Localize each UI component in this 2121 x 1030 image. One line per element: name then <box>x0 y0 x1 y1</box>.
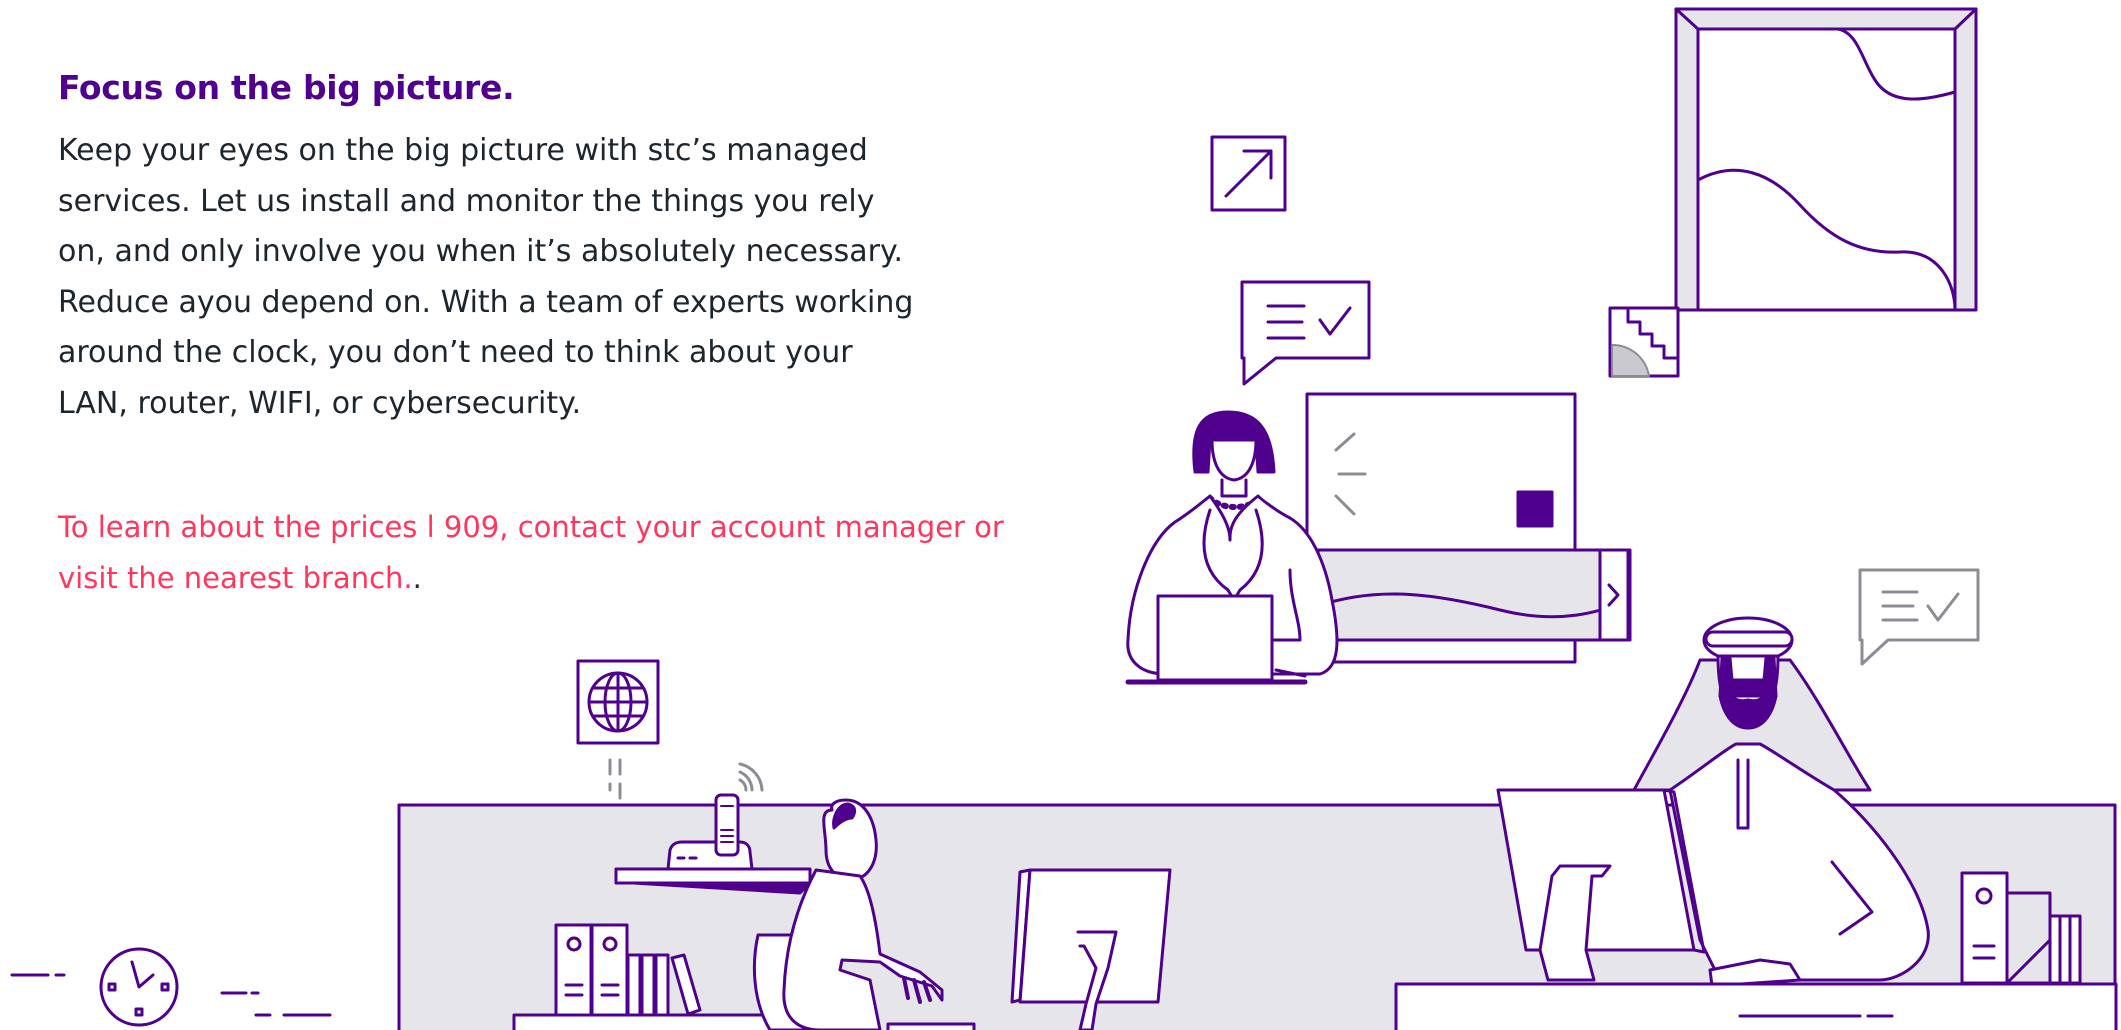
managed-services-illustration <box>10 7 2118 1030</box>
arrow-up-right-icon <box>1210 135 1287 212</box>
monitoring-screen <box>1305 392 1632 664</box>
framed-picture <box>1674 7 1978 312</box>
message-check-icon <box>1240 280 1371 386</box>
clock-icon <box>99 947 179 1027</box>
cordless-phone-icon <box>714 793 740 857</box>
message-check-icon <box>1858 568 1980 666</box>
wifi-icon <box>738 762 764 792</box>
globe-icon <box>576 659 660 745</box>
stairs-tile <box>1608 306 1680 378</box>
